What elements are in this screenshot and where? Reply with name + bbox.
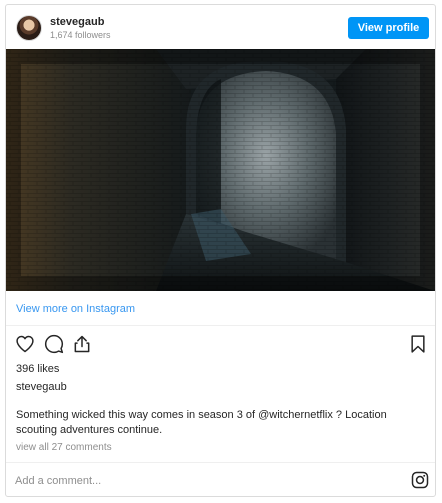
divider	[6, 325, 435, 326]
instagram-embed-card: stevegaub 1,674 followers View profile V…	[5, 4, 436, 497]
view-profile-button[interactable]: View profile	[348, 17, 429, 39]
caption-text: Something wicked this way comes in seaso…	[16, 409, 259, 421]
bookmark-icon[interactable]	[408, 334, 428, 354]
post-caption: Something wicked this way comes in seaso…	[16, 408, 421, 438]
caption-mention-link[interactable]: @witchernetflix	[258, 409, 333, 421]
post-owner-username[interactable]: stevegaub	[16, 381, 67, 393]
like-count[interactable]: 396 likes	[16, 363, 59, 375]
comment-icon[interactable]	[44, 334, 64, 354]
share-icon[interactable]	[72, 334, 92, 354]
add-comment-input[interactable]	[15, 471, 395, 491]
username[interactable]: stevegaub	[50, 16, 104, 28]
tunnel-image	[6, 49, 435, 291]
avatar[interactable]	[16, 15, 42, 41]
follower-count: 1,674 followers	[50, 30, 111, 40]
heart-icon[interactable]	[15, 334, 35, 354]
post-header: stevegaub 1,674 followers View profile	[6, 5, 435, 49]
view-more-on-instagram-link[interactable]: View more on Instagram	[16, 303, 135, 315]
instagram-logo-icon[interactable]	[411, 471, 429, 489]
view-all-comments-link[interactable]: view all 27 comments	[16, 442, 112, 453]
post-photo[interactable]	[6, 49, 435, 291]
divider	[6, 462, 435, 463]
